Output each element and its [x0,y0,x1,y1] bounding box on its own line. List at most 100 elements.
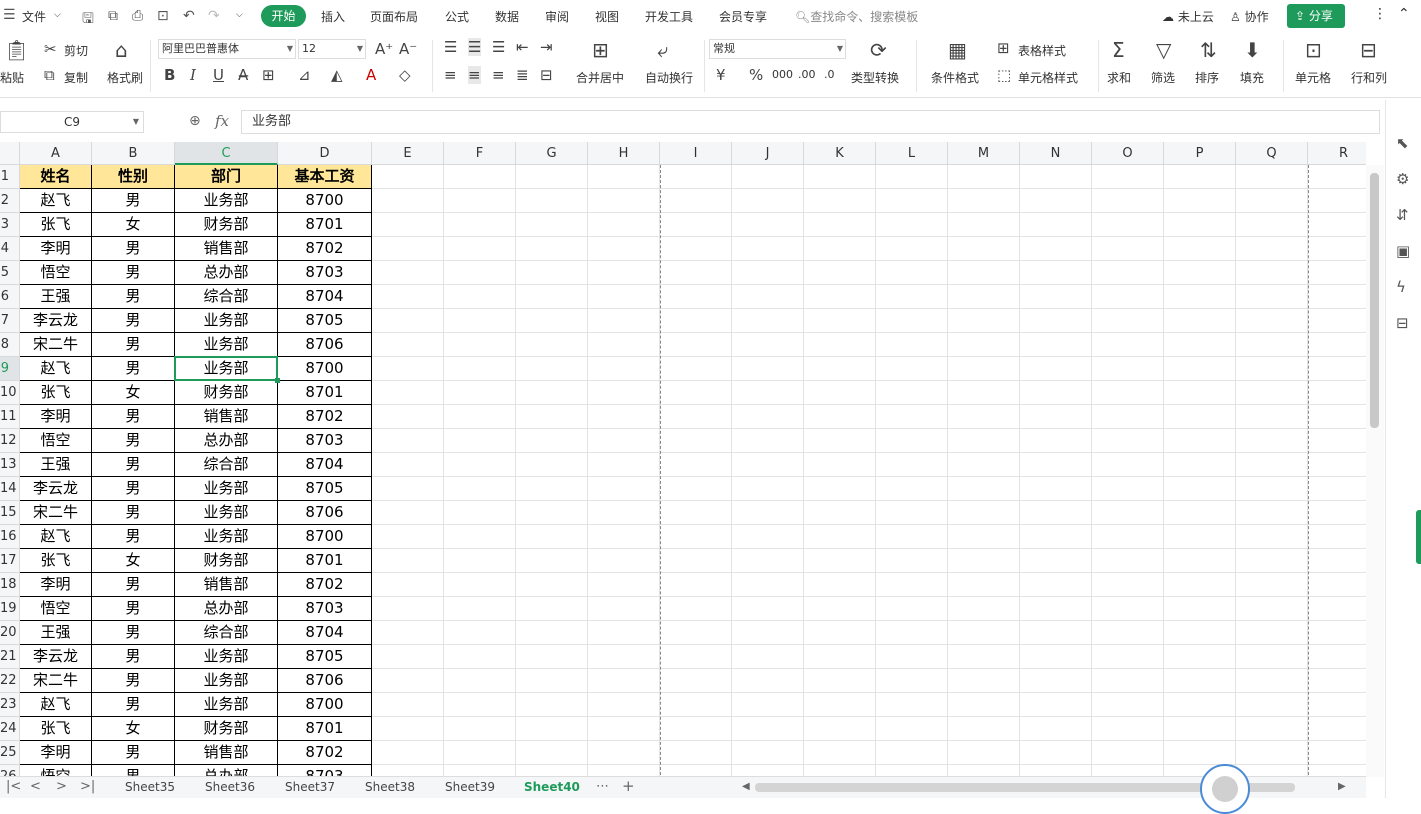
cell[interactable] [948,645,1020,669]
cell[interactable] [1164,357,1236,381]
percent-icon[interactable]: % [749,66,763,84]
cell[interactable] [732,765,804,776]
cell[interactable]: 王强 [20,285,92,309]
row-header[interactable]: 12 [0,429,20,453]
column-header[interactable]: D [278,142,372,165]
column-header[interactable]: I [660,142,732,165]
cell[interactable] [588,741,660,765]
cell[interactable]: 女 [92,549,175,573]
tab-home[interactable]: 开始 [261,5,306,27]
cell[interactable] [732,645,804,669]
first-sheet-icon[interactable]: |< [6,779,21,794]
cell[interactable] [372,573,444,597]
cell[interactable] [1020,309,1092,333]
format-painter-icon[interactable]: ⌂ [115,38,128,62]
cell[interactable]: 悟空 [20,597,92,621]
cell[interactable] [1308,189,1366,213]
cell[interactable]: 8701 [278,381,372,405]
cell[interactable] [948,741,1020,765]
cell[interactable] [732,597,804,621]
cell[interactable]: 男 [92,693,175,717]
cell[interactable] [732,693,804,717]
cell[interactable] [804,285,876,309]
cell[interactable] [1236,237,1308,261]
cell[interactable] [948,165,1020,189]
cell[interactable] [804,525,876,549]
fill-button[interactable]: 填充 [1240,69,1264,86]
increase-decimal-icon[interactable]: .00 [798,68,816,81]
cell[interactable] [588,429,660,453]
vertical-scroll-thumb[interactable] [1370,173,1379,428]
cell[interactable]: 李云龙 [20,645,92,669]
cell[interactable]: 业务部 [175,669,278,693]
save-icon[interactable]: 🖫 [82,8,94,32]
cell[interactable] [444,357,516,381]
print-icon[interactable]: ⎙ [132,8,143,24]
settings-sliders-icon[interactable]: ⚙ [1396,170,1409,188]
sheet-tab[interactable]: Sheet35 [125,780,175,794]
tab-review[interactable]: 审阅 [545,8,569,25]
cell[interactable] [876,525,948,549]
cell[interactable] [444,333,516,357]
row-header[interactable]: 23 [0,693,20,717]
column-header[interactable]: M [948,142,1020,165]
cell[interactable] [876,453,948,477]
align-center-icon[interactable]: ≡ [468,66,481,84]
cell[interactable] [1236,333,1308,357]
collaborate-button[interactable]: ♙ 协作 [1230,8,1269,25]
row-header[interactable]: 5 [0,261,20,285]
paste-icon[interactable]: 📋︎ [4,38,29,62]
cell[interactable]: 8702 [278,237,372,261]
cell[interactable] [948,261,1020,285]
cell[interactable] [948,573,1020,597]
cell[interactable] [732,357,804,381]
cell[interactable] [660,477,732,501]
cell[interactable] [1236,429,1308,453]
conditional-format-button[interactable]: 条件格式 [931,69,979,86]
sort-icon[interactable]: ⇅ [1200,38,1217,62]
cell[interactable] [444,165,516,189]
cell[interactable] [732,429,804,453]
cut-button[interactable]: 剪切 [64,42,88,59]
cell[interactable] [1092,477,1164,501]
fill-handle[interactable] [275,378,280,383]
cell[interactable] [660,285,732,309]
cell[interactable]: 男 [92,741,175,765]
cloud-status[interactable]: ☁ 未上云 [1162,8,1214,25]
cell[interactable]: 财务部 [175,213,278,237]
cell[interactable] [1236,717,1308,741]
cell[interactable]: 宋二牛 [20,669,92,693]
cell[interactable] [1164,645,1236,669]
cell[interactable] [1020,285,1092,309]
cell[interactable]: 8705 [278,309,372,333]
cell[interactable] [444,189,516,213]
cell[interactable] [372,453,444,477]
cell[interactable] [588,717,660,741]
cell[interactable] [1020,741,1092,765]
row-header[interactable]: 9 [0,357,20,381]
cell[interactable] [1092,429,1164,453]
cell[interactable] [804,357,876,381]
cell[interactable] [1164,429,1236,453]
tab-page-layout[interactable]: 页面布局 [370,8,418,25]
cell[interactable] [372,285,444,309]
cell-button[interactable]: 单元格 [1295,69,1331,86]
cell[interactable] [1020,765,1092,776]
header-cell[interactable]: 基本工资 [278,165,372,189]
cell[interactable] [516,429,588,453]
cell[interactable] [804,693,876,717]
cell[interactable]: 女 [92,213,175,237]
cell[interactable] [1092,597,1164,621]
cell[interactable] [516,213,588,237]
cell[interactable] [876,429,948,453]
cell[interactable] [1308,357,1366,381]
cell[interactable] [1020,477,1092,501]
merge-center-icon[interactable]: ⊞ [592,38,609,62]
cell[interactable] [1164,333,1236,357]
cell[interactable] [1164,237,1236,261]
clear-format-icon[interactable]: ◇ [399,66,411,84]
font-name-select[interactable]: 阿里巴巴普惠体 ▼ [158,39,296,59]
cell[interactable]: 财务部 [175,381,278,405]
cell[interactable] [1020,405,1092,429]
cell[interactable] [732,165,804,189]
